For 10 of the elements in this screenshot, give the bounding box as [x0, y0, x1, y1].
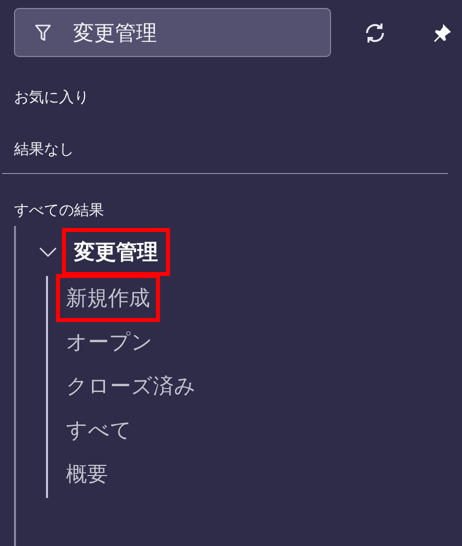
filter-icon — [35, 24, 51, 42]
tree-item[interactable]: 新規作成 — [56, 274, 160, 322]
chevron-icon[interactable] — [38, 246, 58, 258]
tree-item[interactable]: 変更管理 — [62, 228, 170, 276]
search-field[interactable]: 変更管理 — [14, 8, 331, 57]
search-value: 変更管理 — [73, 20, 157, 46]
refresh-icon[interactable] — [363, 20, 387, 44]
results-heading: すべての結果 — [14, 200, 104, 220]
section-label: お気に入り — [14, 87, 89, 107]
section-label: 結果なし — [14, 139, 74, 159]
